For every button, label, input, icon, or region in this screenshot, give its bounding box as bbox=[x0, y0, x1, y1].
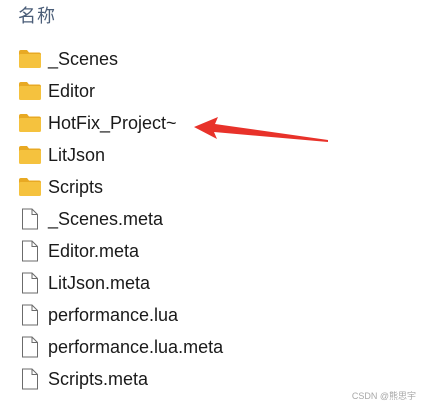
file-icon bbox=[18, 336, 42, 358]
folder-icon bbox=[18, 48, 42, 70]
file-icon bbox=[18, 272, 42, 294]
list-item[interactable]: Scripts.meta bbox=[18, 363, 318, 395]
column-header-name[interactable]: 名称 bbox=[18, 4, 56, 28]
list-item[interactable]: _Scenes bbox=[18, 43, 318, 75]
red-arrow-annotation bbox=[194, 117, 328, 142]
list-item[interactable]: LitJson.meta bbox=[18, 267, 318, 299]
item-name: performance.lua.meta bbox=[48, 337, 224, 357]
file-list: _Scenes Editor HotFix_Project~ LitJson S… bbox=[18, 43, 318, 395]
item-name: _Scenes.meta bbox=[48, 209, 164, 229]
list-item[interactable]: performance.lua bbox=[18, 299, 318, 331]
item-name: HotFix_Project~ bbox=[48, 113, 177, 133]
file-icon bbox=[18, 304, 42, 326]
file-icon bbox=[18, 208, 42, 230]
item-name: Scripts bbox=[48, 177, 104, 197]
folder-icon bbox=[18, 80, 42, 102]
item-name: Editor bbox=[48, 81, 96, 101]
list-item[interactable]: Editor.meta bbox=[18, 235, 318, 267]
item-name: LitJson bbox=[48, 145, 106, 165]
item-name: Scripts.meta bbox=[48, 369, 149, 389]
list-item[interactable]: _Scenes.meta bbox=[18, 203, 318, 235]
item-name: performance.lua bbox=[48, 305, 179, 325]
folder-icon bbox=[18, 144, 42, 166]
list-item[interactable]: Editor bbox=[18, 75, 318, 107]
folder-icon bbox=[18, 112, 42, 134]
list-item[interactable]: Scripts bbox=[18, 171, 318, 203]
watermark: CSDN @熊思宇 bbox=[351, 391, 416, 401]
file-icon bbox=[18, 368, 42, 390]
item-name: LitJson.meta bbox=[48, 273, 151, 293]
item-name: _Scenes bbox=[48, 49, 119, 69]
folder-icon bbox=[18, 176, 42, 198]
list-item[interactable]: performance.lua.meta bbox=[18, 331, 318, 363]
item-name: Editor.meta bbox=[48, 241, 140, 261]
file-icon bbox=[18, 240, 42, 262]
